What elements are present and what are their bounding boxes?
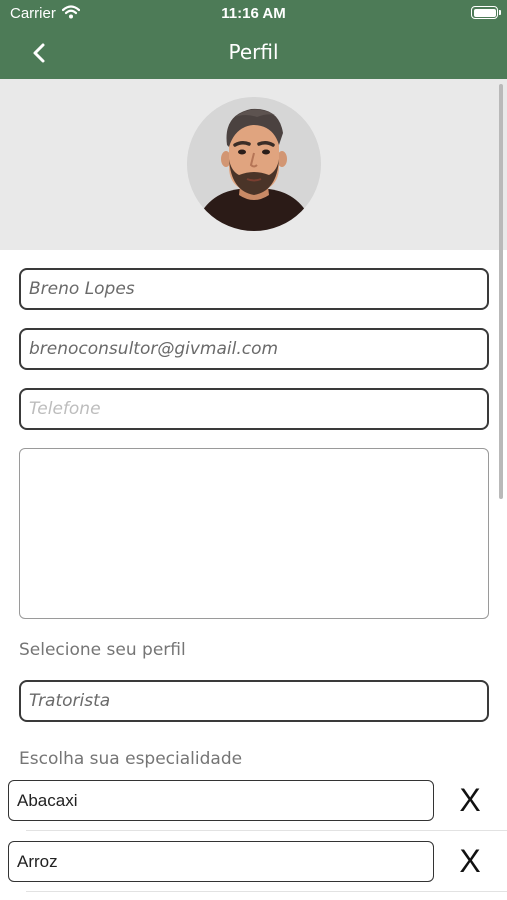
battery-icon — [471, 6, 498, 19]
specialty-label: Escolha sua especialidade — [19, 749, 243, 769]
row-divider — [26, 830, 507, 831]
remove-specialty-button[interactable]: X — [448, 780, 492, 821]
specialty-input[interactable]: Arroz — [8, 841, 434, 882]
avatar-section — [0, 79, 507, 250]
row-divider — [26, 891, 507, 892]
battery-tip — [499, 10, 501, 15]
status-time: 11:16 AM — [221, 5, 286, 22]
page-title: Perfil — [228, 40, 279, 64]
remove-specialty-button[interactable]: X — [448, 841, 492, 882]
avatar[interactable] — [187, 97, 321, 231]
email-field[interactable]: brenoconsultor@givmail.com — [19, 328, 489, 370]
specialty-input[interactable]: Abacaxi — [8, 780, 434, 821]
navigation-bar: Perfil — [0, 28, 507, 79]
user-avatar-image — [187, 97, 321, 231]
bio-textarea[interactable] — [19, 448, 489, 619]
status-bar: Carrier 11:16 AM — [0, 0, 507, 28]
name-field[interactable]: Breno Lopes — [19, 268, 489, 310]
profile-type-label: Selecione seu perfil — [19, 640, 186, 660]
vertical-scrollbar[interactable] — [499, 84, 503, 499]
profile-type-select[interactable]: Tratorista — [19, 680, 489, 722]
phone-field[interactable]: Telefone — [19, 388, 489, 430]
